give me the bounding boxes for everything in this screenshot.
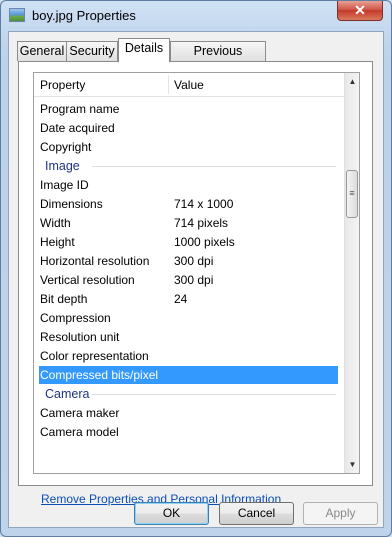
scroll-up-arrow-icon[interactable]: ▲ xyxy=(345,73,359,90)
group-divider xyxy=(92,394,336,395)
group-header-camera[interactable]: Camera xyxy=(34,385,344,403)
property-name: Compressed bits/pixel xyxy=(40,368,159,382)
property-row[interactable]: Compression xyxy=(34,309,344,327)
property-row[interactable]: Program name xyxy=(34,100,344,118)
vertical-scrollbar[interactable]: ▲ ≡ ▼ xyxy=(344,73,359,473)
property-name: Compression xyxy=(40,311,111,325)
ok-button[interactable]: OK xyxy=(134,502,209,525)
property-row[interactable]: Width 714 pixels xyxy=(34,214,344,232)
property-value: 1000 pixels xyxy=(174,235,235,249)
column-separator[interactable] xyxy=(168,75,169,94)
property-row[interactable]: Vertical resolution 300 dpi xyxy=(34,271,344,289)
properties-window: boy.jpg Properties ✕ General Security De… xyxy=(0,0,392,537)
group-header-image[interactable]: Image xyxy=(34,157,344,175)
group-divider xyxy=(92,166,336,167)
property-name: Program name xyxy=(40,102,120,116)
details-panel: Property Value Program name Date acquired… xyxy=(18,61,373,506)
property-name: Vertical resolution xyxy=(40,273,135,287)
property-name: Bit depth xyxy=(40,292,88,306)
dialog-client-area: General Security Details Previous Versio… xyxy=(8,31,384,528)
property-value: 714 pixels xyxy=(174,216,229,230)
property-value: 300 dpi xyxy=(174,254,214,268)
property-row[interactable]: Camera model xyxy=(34,423,344,441)
column-header-value[interactable]: Value xyxy=(174,78,204,92)
property-row[interactable]: Color representation xyxy=(34,347,344,365)
property-name: Image ID xyxy=(40,178,89,192)
tab-security[interactable]: Security xyxy=(66,41,118,61)
column-header-property[interactable]: Property xyxy=(40,78,85,92)
property-row[interactable]: Camera maker xyxy=(34,404,344,422)
tab-general[interactable]: General xyxy=(17,41,67,61)
image-file-icon xyxy=(9,8,25,22)
property-name: Horizontal resolution xyxy=(40,254,150,268)
property-row[interactable]: Bit depth 24 xyxy=(34,290,344,308)
scroll-thumb[interactable]: ≡ xyxy=(346,170,358,218)
property-list[interactable]: Property Value Program name Date acquired… xyxy=(33,72,360,474)
property-row[interactable]: Dimensions 714 x 1000 xyxy=(34,195,344,213)
property-name: Width xyxy=(40,216,71,230)
title-bar[interactable]: boy.jpg Properties ✕ xyxy=(1,1,391,31)
window-title: boy.jpg Properties xyxy=(32,8,136,23)
property-name: Height xyxy=(40,235,75,249)
property-row[interactable]: Compressed bits/pixel xyxy=(39,366,338,384)
list-header: Property Value xyxy=(34,73,344,97)
property-row[interactable]: Horizontal resolution 300 dpi xyxy=(34,252,344,270)
property-row[interactable]: Image ID xyxy=(34,176,344,194)
close-button[interactable]: ✕ xyxy=(337,1,383,21)
property-name: Camera maker xyxy=(40,406,120,420)
group-label: Camera xyxy=(45,387,90,401)
tab-previous-versions[interactable]: Previous Versions xyxy=(170,41,266,77)
cancel-button[interactable]: Cancel xyxy=(219,502,294,525)
property-name: Dimensions xyxy=(40,197,103,211)
property-row[interactable]: Resolution unit xyxy=(34,328,344,346)
scroll-down-arrow-icon[interactable]: ▼ xyxy=(345,456,359,473)
property-row[interactable]: Copyright xyxy=(34,138,344,156)
property-row[interactable]: Date acquired xyxy=(34,119,344,137)
property-name: Copyright xyxy=(40,140,92,154)
property-name: Date acquired xyxy=(40,121,115,135)
group-label: Image xyxy=(45,159,80,173)
property-value: 24 xyxy=(174,292,188,306)
property-name: Resolution unit xyxy=(40,330,120,344)
apply-button[interactable]: Apply xyxy=(303,502,378,525)
property-value: 714 x 1000 xyxy=(174,197,234,211)
property-row[interactable]: Height 1000 pixels xyxy=(34,233,344,251)
tab-details[interactable]: Details xyxy=(118,38,170,62)
property-value: 300 dpi xyxy=(174,273,214,287)
property-name: Color representation xyxy=(40,349,149,363)
property-name: Camera model xyxy=(40,425,119,439)
